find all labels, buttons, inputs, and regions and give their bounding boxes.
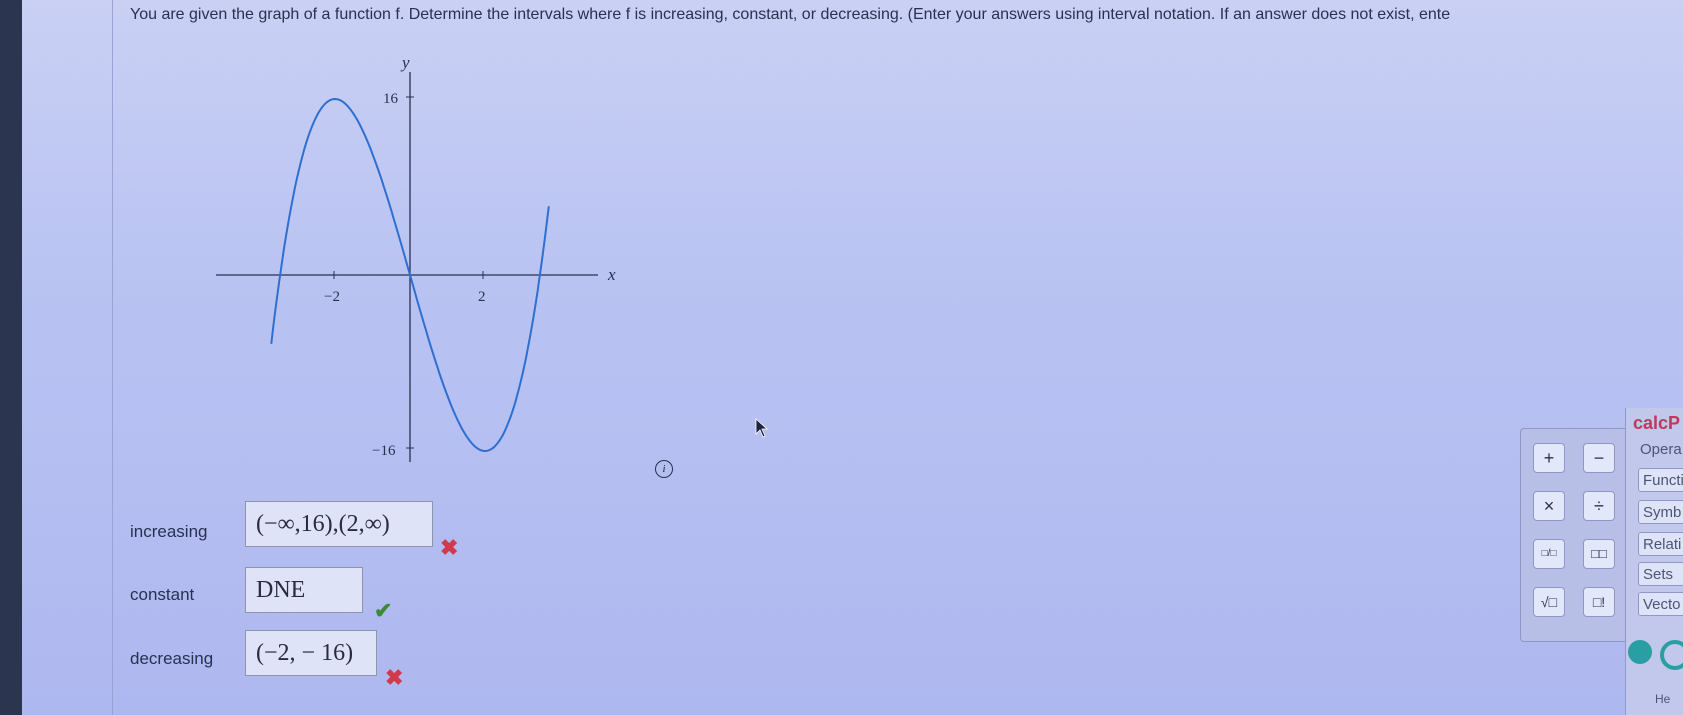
left-bezel [0,0,22,715]
function-graph: x y −2 2 16 −16 [216,53,616,462]
minus-key[interactable]: − [1583,443,1615,473]
decreasing-input[interactable]: (−2, − 16) [245,630,377,676]
lightbulb-icon[interactable] [1628,640,1652,664]
constant-input[interactable]: DNE [245,567,363,613]
decreasing-label: decreasing [130,649,214,668]
info-icon[interactable]: i [655,460,673,478]
relations-tab[interactable]: Relati [1638,532,1683,556]
calc-palette-title: calcP [1633,413,1681,433]
operations-tab[interactable]: Opera [1640,441,1682,458]
sqrt-key[interactable]: √□ [1533,587,1565,617]
tick-label-y-pos: 16 [383,91,399,107]
mouse-cursor-icon [755,418,769,438]
sets-tab[interactable]: Sets [1638,562,1683,586]
decreasing-wrong-icon: ✖ [385,665,404,690]
increasing-input[interactable]: (−∞,16),(2,∞) [245,501,433,547]
multiply-key[interactable]: × [1533,491,1565,521]
factorial-key[interactable]: □! [1583,587,1615,617]
x-axis-label: x [607,265,616,284]
tick-label-x-pos: 2 [478,289,486,305]
divide-key[interactable]: ÷ [1583,491,1615,521]
tick-label-x-neg: −2 [324,289,340,305]
increasing-label: increasing [130,522,208,541]
vectors-tab[interactable]: Vecto [1638,592,1683,616]
refresh-icon[interactable] [1660,640,1683,670]
exponent-key[interactable]: □□ [1583,539,1615,569]
y-axis-label: y [400,53,410,72]
plus-key[interactable]: + [1533,443,1565,473]
increasing-wrong-icon: ✖ [440,535,459,560]
math-keypad: + − × ÷ □/□ □□ √□ □! [1520,428,1632,642]
tick-label-y-neg: −16 [372,443,396,459]
functions-tab[interactable]: Functi [1638,468,1683,492]
help-link[interactable]: He [1655,692,1670,706]
symbols-tab[interactable]: Symb [1638,500,1683,524]
fraction-key[interactable]: □/□ [1533,539,1565,569]
constant-check-icon: ✔ [374,598,393,623]
constant-label: constant [130,585,195,604]
question-text: You are given the graph of a function f.… [130,6,1451,23]
